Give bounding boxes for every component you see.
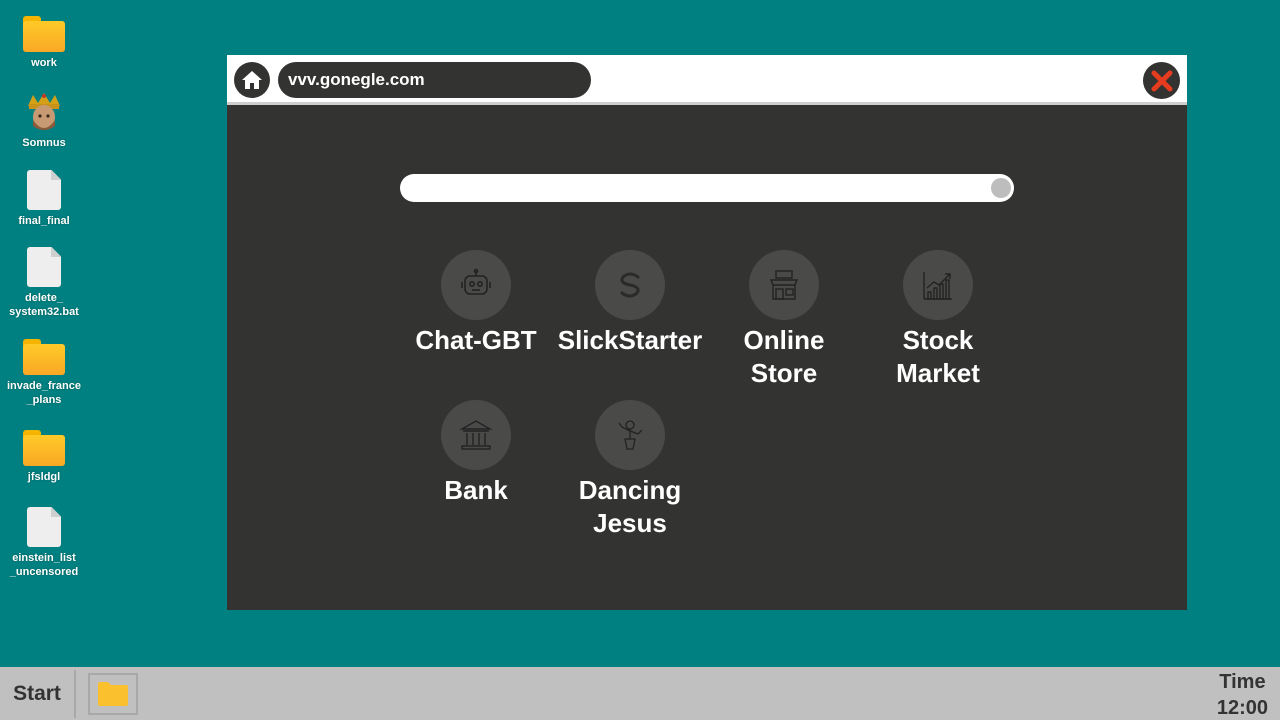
folder-icon [23, 339, 65, 375]
taskbar-clock: Time 12:00 [1217, 669, 1268, 720]
app-online-store[interactable]: Online Store [707, 250, 861, 390]
address-bar[interactable]: vvv.gonegle.com [278, 62, 591, 98]
close-icon [1151, 70, 1172, 91]
app-label: Dancing Jesus [578, 475, 682, 538]
desktop-icon-jfsldgl[interactable]: jfsldgl [0, 430, 88, 484]
browser-window: vvv.gonegle.com Chat-GBT SlickStarter On… [227, 55, 1187, 610]
desktop-icon-label: jfsldgl [27, 471, 61, 483]
storefront-icon [769, 270, 799, 300]
close-button[interactable] [1143, 62, 1180, 99]
clock-time: 12:00 [1216, 697, 1268, 719]
app-slickstarter[interactable]: SlickStarter [553, 250, 707, 357]
bank-icon [459, 420, 493, 450]
app-chat-gbt[interactable]: Chat-GBT [399, 250, 553, 357]
king-avatar-icon [28, 93, 60, 130]
app-bank[interactable]: Bank [399, 400, 553, 507]
folder-icon [98, 682, 128, 706]
taskbar-folder-button[interactable] [88, 673, 138, 715]
stock-chart-icon [923, 272, 952, 300]
home-button[interactable] [234, 62, 270, 98]
robot-icon [461, 268, 491, 295]
desktop-icon-label: einstein_list _uncensored [9, 552, 79, 578]
folder-icon [23, 430, 65, 466]
desktop-icon-label: final_final [18, 215, 70, 227]
app-label: Online Store [743, 325, 825, 388]
clock-label: Time [1219, 671, 1266, 693]
desktop-icon-work[interactable]: work [0, 16, 88, 70]
desktop-icon-label: Somnus [22, 137, 66, 149]
app-stock-market[interactable]: Stock Market [861, 250, 1015, 390]
desktop-icon-label: delete_ system32.bat [9, 292, 79, 318]
desktop-icon-delete-system32[interactable]: delete_ system32.bat [0, 247, 88, 319]
desktop-icon-somnus[interactable]: Somnus [0, 92, 88, 150]
desktop-icon-final-final[interactable]: final_final [0, 170, 88, 228]
desktop-icon-label: work [31, 57, 57, 69]
desktop-icon-label: invade_france _plans [7, 380, 81, 406]
app-label: Stock Market [896, 325, 980, 388]
search-input[interactable] [400, 174, 1014, 202]
app-label: Chat-GBT [415, 325, 537, 355]
start-button[interactable]: Start [0, 670, 76, 718]
browser-titlebar: vvv.gonegle.com [227, 55, 1187, 105]
app-label: SlickStarter [557, 325, 703, 355]
search-button[interactable] [991, 178, 1011, 198]
home-icon [242, 71, 262, 89]
taskbar: Start Time 12:00 [0, 667, 1280, 720]
file-icon [27, 170, 61, 210]
folder-icon [23, 16, 65, 52]
app-label: Bank [444, 475, 508, 505]
file-icon [27, 507, 61, 547]
file-icon [27, 247, 61, 287]
app-dancing-jesus[interactable]: Dancing Jesus [553, 400, 707, 540]
s-logo-icon [620, 272, 640, 298]
desktop-icon-einstein-list[interactable]: einstein_list _uncensored [0, 507, 88, 579]
dancing-figure-icon [618, 420, 643, 450]
desktop-icon-invade-france-plans[interactable]: invade_france _plans [0, 339, 88, 407]
